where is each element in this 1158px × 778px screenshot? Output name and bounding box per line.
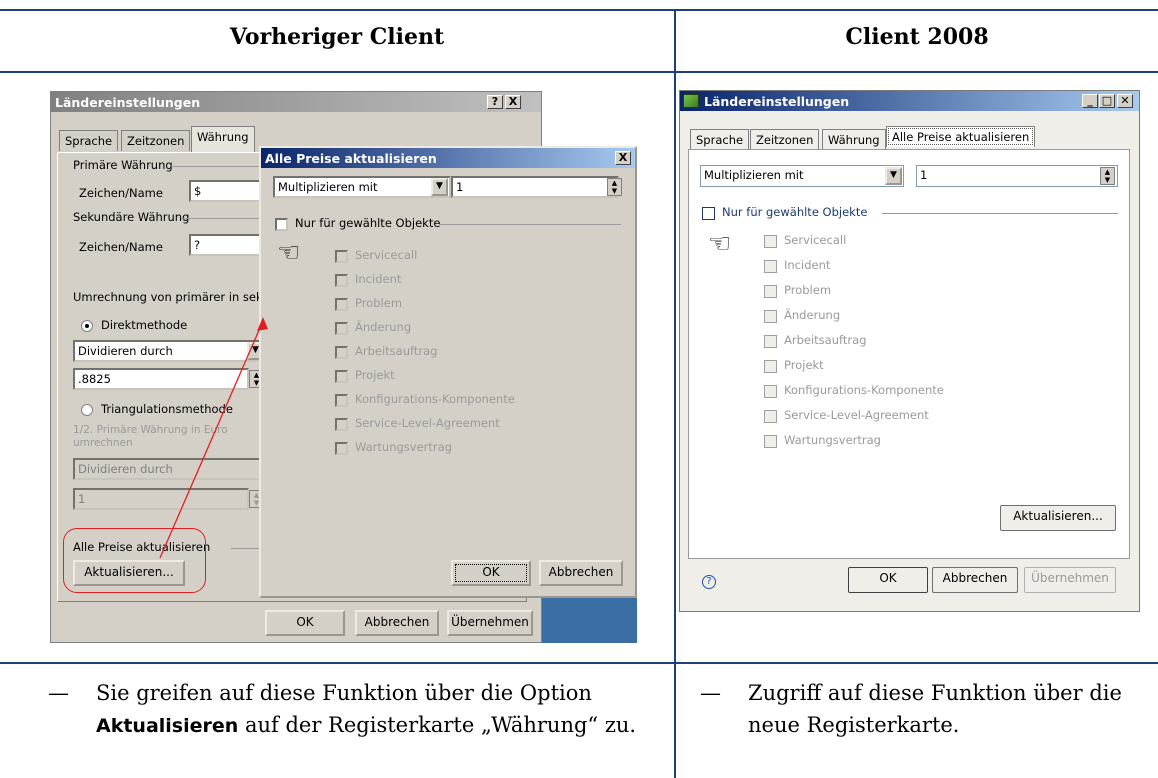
- chevron-down-icon[interactable]: ▼: [885, 167, 902, 185]
- note-client-2008: — Zugriff auf diese Funktion über die ne…: [700, 677, 1140, 741]
- new-object-checkbox[interactable]: [764, 410, 777, 423]
- help-icon[interactable]: ?: [702, 575, 716, 589]
- new-object-checkbox[interactable]: [764, 260, 777, 273]
- new-object-label: Arbeitsauftrag: [784, 333, 867, 347]
- new-object-checkbox[interactable]: [764, 335, 777, 348]
- table-row-rule: [0, 662, 1158, 664]
- minimize-title-button[interactable]: _: [1082, 94, 1098, 108]
- new-object-checkbox[interactable]: [764, 435, 777, 448]
- hand-pointer-icon: ☜: [708, 229, 732, 259]
- new-object-label: Projekt: [784, 358, 824, 372]
- column-header-client-2008: Client 2008: [845, 24, 989, 50]
- new-object-label: Incident: [784, 258, 831, 272]
- old-client-screenshot: Ländereinstellungen ? X Sprache Zeitzone…: [0, 73, 674, 662]
- new-value-spinner[interactable]: ▲ ▼: [1100, 167, 1115, 185]
- new-object-checkbox[interactable]: [764, 285, 777, 298]
- new-object-checkbox[interactable]: [764, 360, 777, 373]
- new-only-selected-label: Nur für gewählte Objekte: [722, 205, 868, 219]
- note-previous-client: — Sie greifen auf diese Funktion über di…: [48, 677, 660, 742]
- window-app-icon: [683, 94, 699, 108]
- new-object-checkbox[interactable]: [764, 385, 777, 398]
- new-object-label: Servicecall: [784, 233, 847, 247]
- note-bold-option: Aktualisieren: [96, 715, 239, 737]
- new-object-label: Konfigurations-Komponente: [784, 383, 944, 397]
- new-ok-button[interactable]: OK: [848, 567, 928, 593]
- column-header-previous-client: Vorheriger Client: [229, 24, 445, 50]
- note-dash: —: [48, 681, 69, 705]
- new-object-checkbox[interactable]: [764, 310, 777, 323]
- new-group-line: [882, 213, 1118, 214]
- tab-waehrung[interactable]: Währung: [822, 129, 886, 150]
- maximize-title-button[interactable]: □: [1099, 94, 1115, 108]
- tab-sprache[interactable]: Sprache: [690, 129, 750, 150]
- new-title-bar: Ländereinstellungen _ □ ✕: [680, 91, 1139, 111]
- new-object-label: Service-Level-Agreement: [784, 408, 929, 422]
- new-cancel-button[interactable]: Abbrechen: [932, 567, 1018, 593]
- tab-zeitzonen[interactable]: Zeitzonen: [750, 129, 820, 150]
- note-text-after: auf der Registerkarte „Währung“ zu.: [238, 713, 637, 737]
- new-title: Ländereinstellungen: [704, 94, 850, 109]
- new-only-selected-checkbox[interactable]: [702, 207, 715, 220]
- new-apply-button: Übernehmen: [1024, 567, 1116, 593]
- note-text: Sie greifen auf diese Funktion über die …: [48, 677, 660, 742]
- note-dash: —: [700, 681, 721, 705]
- new-value-field[interactable]: 1: [916, 165, 1118, 187]
- tab-update-all-prices[interactable]: Alle Preise aktualisieren: [886, 126, 1036, 147]
- note-text-before: Sie greifen auf diese Funktion über die …: [96, 681, 592, 705]
- new-object-label: Änderung: [784, 308, 841, 322]
- new-op-select[interactable]: Multiplizieren mit: [700, 165, 904, 187]
- new-client-window: Ländereinstellungen _ □ ✕ Sprache Zeitzo…: [679, 90, 1140, 612]
- close-title-button[interactable]: ✕: [1117, 94, 1133, 108]
- callout-arrow: [159, 317, 268, 559]
- new-object-checkbox[interactable]: [764, 235, 777, 248]
- new-object-label: Problem: [784, 283, 832, 297]
- new-object-label: Wartungsvertrag: [784, 433, 881, 447]
- new-update-button[interactable]: Aktualisieren...: [1000, 505, 1116, 531]
- note-text: Zugriff auf diese Funktion über die neue…: [748, 681, 1122, 737]
- table-top-rule: [0, 9, 1158, 11]
- table-column-divider: [674, 9, 676, 778]
